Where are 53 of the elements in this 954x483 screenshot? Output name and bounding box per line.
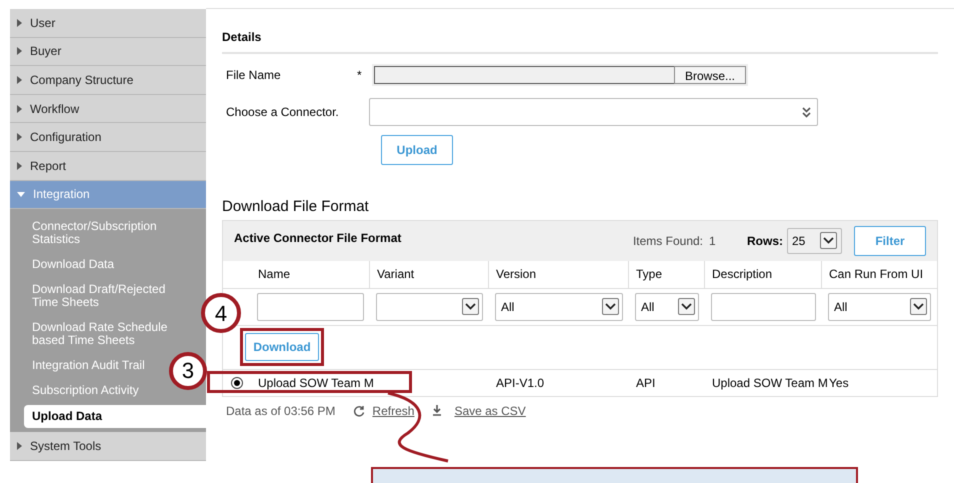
field-label: File Name	[225, 67, 282, 84]
step-number-badge: 4	[201, 293, 241, 333]
column-header: Version	[489, 260, 629, 288]
radio-button[interactable]	[231, 376, 243, 388]
sidebar-item[interactable]: Workflow	[10, 94, 206, 124]
refresh-icon	[353, 404, 366, 416]
sidebar-subitem[interactable]: Upload Data	[24, 405, 206, 428]
browse-button[interactable]: Browse...	[674, 66, 746, 84]
field-label: Choose a Connector.	[225, 104, 340, 121]
filter-dropdown[interactable]: All	[495, 292, 623, 320]
rows-label: Rows:	[747, 232, 783, 250]
filter-input-field[interactable]	[711, 292, 816, 320]
sidebar-item[interactable]: Configuration	[10, 123, 206, 152]
table-cell: API	[636, 376, 656, 390]
sidebar-item[interactable]: User	[10, 9, 206, 38]
column-header: Description	[705, 260, 822, 288]
caret-right-icon	[17, 442, 22, 450]
items-found-count: 1	[709, 232, 717, 250]
sidebar-item[interactable]: System Tools	[10, 432, 206, 461]
rows-dropdown[interactable]: 25	[787, 228, 842, 254]
filter-dropdown[interactable]	[376, 292, 483, 320]
caret-right-icon	[17, 162, 22, 170]
table-cell: Upload SOW Team M	[258, 376, 374, 390]
caret-right-icon	[17, 47, 22, 56]
refresh-link[interactable]: Refresh	[372, 402, 414, 420]
caret-down-icon	[17, 192, 25, 197]
caret-right-icon	[17, 133, 22, 142]
column-header: Variant	[370, 260, 489, 288]
caret-right-icon	[17, 76, 22, 84]
double-chevron-icon	[802, 106, 811, 118]
column-header: Can Run From UI	[828, 266, 924, 283]
table-cell: Upload SOW Team M	[712, 376, 828, 390]
table-cell: Yes	[829, 376, 849, 390]
data-timestamp: Data as of 03:56 PM	[226, 402, 336, 420]
caret-right-icon	[17, 18, 22, 27]
save-csv-link[interactable]: Save as CSV	[454, 402, 526, 420]
section-heading: Details	[222, 28, 938, 54]
filter-dropdown[interactable]: All	[635, 292, 699, 320]
download-icon	[432, 405, 442, 416]
filter-dropdown[interactable]: All	[828, 292, 931, 320]
sidebar-item[interactable]: Company Structure	[10, 66, 206, 95]
connector-dropdown[interactable]	[369, 98, 818, 126]
caret-right-icon	[17, 104, 22, 113]
filter-input-field[interactable]	[257, 292, 364, 320]
sidebar-item[interactable]: Buyer	[10, 38, 206, 66]
file-input-field[interactable]: Browse...	[372, 64, 748, 86]
column-header: Type	[629, 260, 705, 288]
table-cell: API-V1.0	[496, 376, 544, 390]
items-found-label: Items Found:	[632, 232, 703, 250]
column-header: Name	[251, 260, 370, 288]
panel-title: Active Connector File Format	[234, 230, 402, 246]
sidebar-item[interactable]: Report	[10, 152, 206, 181]
required-mark: *	[357, 67, 363, 84]
